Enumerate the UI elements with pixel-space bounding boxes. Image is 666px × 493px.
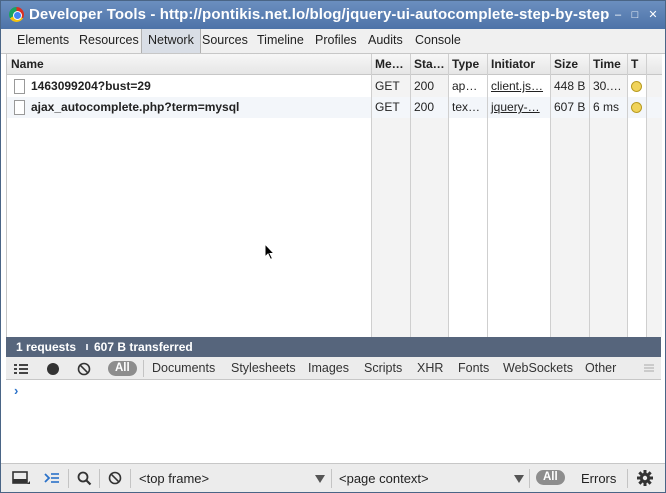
column-status[interactable]: Sta… — [410, 54, 448, 75]
console-filter-all[interactable]: All — [536, 470, 565, 485]
request-type: ap… — [452, 79, 478, 93]
request-size: 448 B — [554, 79, 586, 93]
tab-sources[interactable]: Sources — [196, 29, 254, 53]
grid-header: Name Me… Sta… Type Initiator Size Time T — [7, 54, 662, 75]
transferred-size: 607 B transferred — [94, 340, 193, 354]
console-drawer[interactable]: › — [6, 380, 661, 462]
status-bar: <top frame> <page context> All Errors — [1, 463, 665, 492]
column-initiator[interactable]: Initiator — [487, 54, 550, 75]
tab-resources[interactable]: Resources — [73, 29, 145, 53]
clear-console-icon[interactable] — [105, 469, 125, 487]
search-icon[interactable] — [75, 469, 95, 487]
title-bar: Developer Tools - http://pontikis.net.lo… — [1, 1, 665, 29]
context-select-value: <page context> — [339, 471, 429, 486]
request-time: 6 ms — [593, 100, 620, 114]
dock-side-icon[interactable] — [11, 469, 31, 487]
tab-audits[interactable]: Audits — [362, 29, 409, 53]
timeline-bar — [631, 81, 642, 92]
filter-websockets[interactable]: WebSockets — [503, 357, 573, 380]
column-name[interactable]: Name — [7, 54, 371, 75]
request-status: 200 — [414, 100, 435, 114]
chevron-down-icon — [514, 475, 524, 483]
context-select[interactable]: <page context> — [339, 468, 524, 489]
errors-filter[interactable]: Errors — [581, 468, 621, 489]
column-time[interactable]: Time — [589, 54, 627, 75]
request-time: 30.… — [593, 79, 622, 93]
chrome-app-icon — [9, 7, 24, 22]
keep-above-icon[interactable]: ↑ — [591, 8, 605, 22]
clear-icon[interactable] — [75, 360, 93, 377]
column-method[interactable]: Me… — [371, 54, 410, 75]
network-summary-bar: 1 requests 607 B transferred — [6, 337, 661, 357]
filter-fonts[interactable]: Fonts — [458, 357, 489, 380]
network-grid: Name Me… Sta… Type Initiator Size Time T… — [6, 54, 662, 337]
frame-select-value: <top frame> — [139, 471, 210, 486]
close-icon[interactable]: ✕ — [646, 8, 660, 22]
console-drawer-icon[interactable] — [42, 469, 62, 487]
filter-all[interactable]: All — [108, 361, 137, 376]
network-filter-bar: All Documents Stylesheets Images Scripts… — [6, 357, 661, 380]
request-type: tex… — [452, 100, 481, 114]
tab-network[interactable]: Network — [141, 29, 201, 53]
request-status: 200 — [414, 79, 435, 93]
request-count: 1 requests — [16, 340, 77, 354]
tab-timeline[interactable]: Timeline — [251, 29, 310, 53]
request-name[interactable]: ajax_autocomplete.php?term=mysql — [7, 97, 371, 118]
filter-scripts[interactable]: Scripts — [364, 357, 402, 380]
filter-other[interactable]: Other — [585, 357, 616, 380]
devtools-window: Developer Tools - http://pontikis.net.lo… — [0, 0, 666, 493]
request-initiator-link[interactable]: jquery-… — [487, 97, 550, 118]
chevron-down-icon — [315, 475, 325, 483]
maximize-icon[interactable]: □ — [628, 8, 642, 22]
window-title: Developer Tools - http://pontikis.net.lo… — [29, 6, 610, 23]
settings-gear-icon[interactable] — [635, 469, 655, 487]
request-initiator-link[interactable]: client.js… — [487, 76, 550, 97]
request-name[interactable]: 1463099204?bust=29 — [7, 76, 371, 97]
filter-documents[interactable]: Documents — [152, 357, 215, 380]
column-type[interactable]: Type — [448, 54, 487, 75]
frame-select[interactable]: <top frame> — [139, 468, 325, 489]
filter-stylesheets[interactable]: Stylesheets — [231, 357, 296, 380]
timeline-bar — [631, 102, 642, 113]
panel-tabs: Elements Resources Network Sources Timel… — [1, 29, 665, 54]
tab-profiles[interactable]: Profiles — [309, 29, 363, 53]
tab-elements[interactable]: Elements — [11, 29, 75, 53]
minimize-icon[interactable]: – — [611, 8, 625, 22]
request-method: GET — [375, 79, 400, 93]
column-timeline[interactable]: T — [627, 54, 646, 75]
drag-handle-icon[interactable] — [643, 362, 655, 379]
console-prompt[interactable]: › — [14, 383, 18, 398]
request-method: GET — [375, 100, 400, 114]
table-row[interactable]: 1463099204?bust=29 GET 200 ap… client.js… — [7, 76, 662, 97]
tab-console[interactable]: Console — [409, 29, 467, 53]
column-size[interactable]: Size — [550, 54, 589, 75]
record-icon[interactable] — [44, 360, 62, 377]
table-row[interactable]: ajax_autocomplete.php?term=mysql GET 200… — [7, 97, 662, 118]
request-size: 607 B — [554, 100, 586, 114]
filter-images[interactable]: Images — [308, 357, 349, 380]
filter-xhr[interactable]: XHR — [417, 357, 443, 380]
large-rows-icon[interactable] — [12, 360, 30, 377]
